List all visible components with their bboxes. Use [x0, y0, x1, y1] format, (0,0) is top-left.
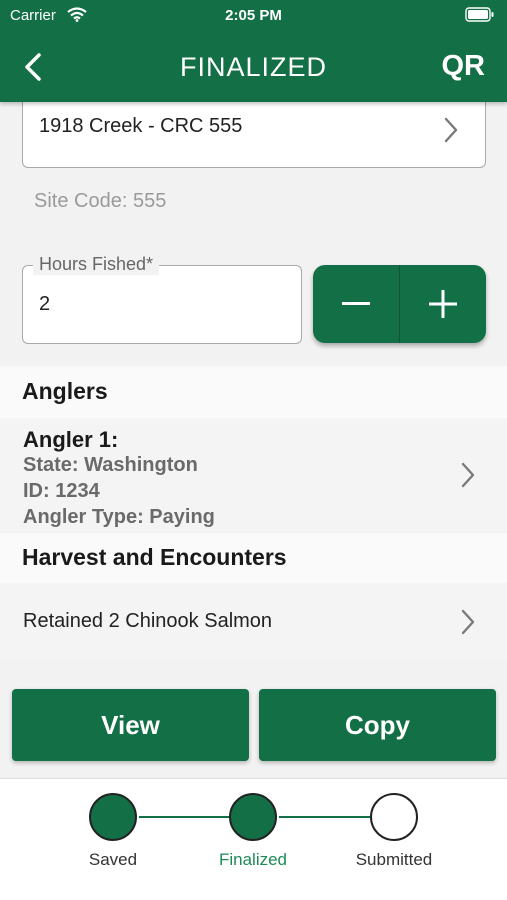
nav-bar: FINALIZED QR	[0, 36, 507, 96]
qr-button[interactable]: QR	[442, 50, 486, 83]
progress-connector	[139, 816, 231, 818]
form-content: 1918 Creek - CRC 555 Site Code: 555 Hour…	[0, 102, 507, 778]
step-submitted-label: Submitted	[355, 850, 433, 869]
chevron-right-icon	[461, 462, 475, 488]
step-submitted-dot	[370, 793, 418, 841]
minus-icon	[342, 302, 370, 305]
chevron-right-icon	[444, 117, 458, 143]
harvest-list-item[interactable]: Retained 2 Chinook Salmon	[0, 583, 507, 660]
site-select-value: 1918 Creek - CRC 555	[39, 115, 243, 137]
hours-fished-value: 2	[39, 293, 51, 315]
hours-fished-label: Hours Fished*	[33, 254, 160, 275]
anglers-section-title: Anglers	[22, 378, 108, 404]
angler-type: Angler Type: Paying	[23, 506, 215, 528]
harvest-section-header: Harvest and Encounters	[0, 533, 507, 583]
site-code: Site Code: 555	[34, 190, 167, 212]
page-title: FINALIZED	[179, 52, 328, 82]
step-finalized-dot	[229, 793, 277, 841]
anglers-section-header: Anglers	[0, 366, 507, 418]
angler-list-item[interactable]: Angler 1: State: Washington ID: 1234 Ang…	[0, 418, 507, 533]
hours-stepper	[313, 265, 486, 343]
angler-state: State: Washington	[23, 454, 198, 476]
status-time: 2:05 PM	[225, 7, 282, 24]
copy-button[interactable]: Copy	[259, 689, 496, 761]
harvest-section-title: Harvest and Encounters	[22, 544, 287, 570]
site-select[interactable]: 1918 Creek - CRC 555	[22, 102, 486, 168]
battery-icon	[465, 7, 495, 26]
step-saved-dot	[89, 793, 137, 841]
hours-fished-field[interactable]: Hours Fished* 2	[22, 254, 302, 344]
step-finalized-label: Finalized	[218, 850, 288, 869]
harvest-item-text: Retained 2 Chinook Salmon	[23, 610, 273, 632]
angler-id: ID: 1234	[23, 480, 100, 502]
chevron-right-icon	[461, 609, 475, 635]
step-saved-label: Saved	[88, 850, 138, 869]
increment-button[interactable]	[400, 265, 486, 343]
status-progress: Saved Finalized Submitted	[0, 778, 507, 900]
view-button[interactable]: View	[12, 689, 249, 761]
progress-connector	[279, 816, 371, 818]
angler-name: Angler 1:	[23, 427, 119, 452]
plus-icon	[429, 290, 457, 318]
app-header: Carrier 2:05 PM FINALIZED QR	[0, 0, 507, 102]
decrement-button[interactable]	[313, 265, 399, 343]
status-bar: Carrier 2:05 PM	[0, 0, 507, 30]
